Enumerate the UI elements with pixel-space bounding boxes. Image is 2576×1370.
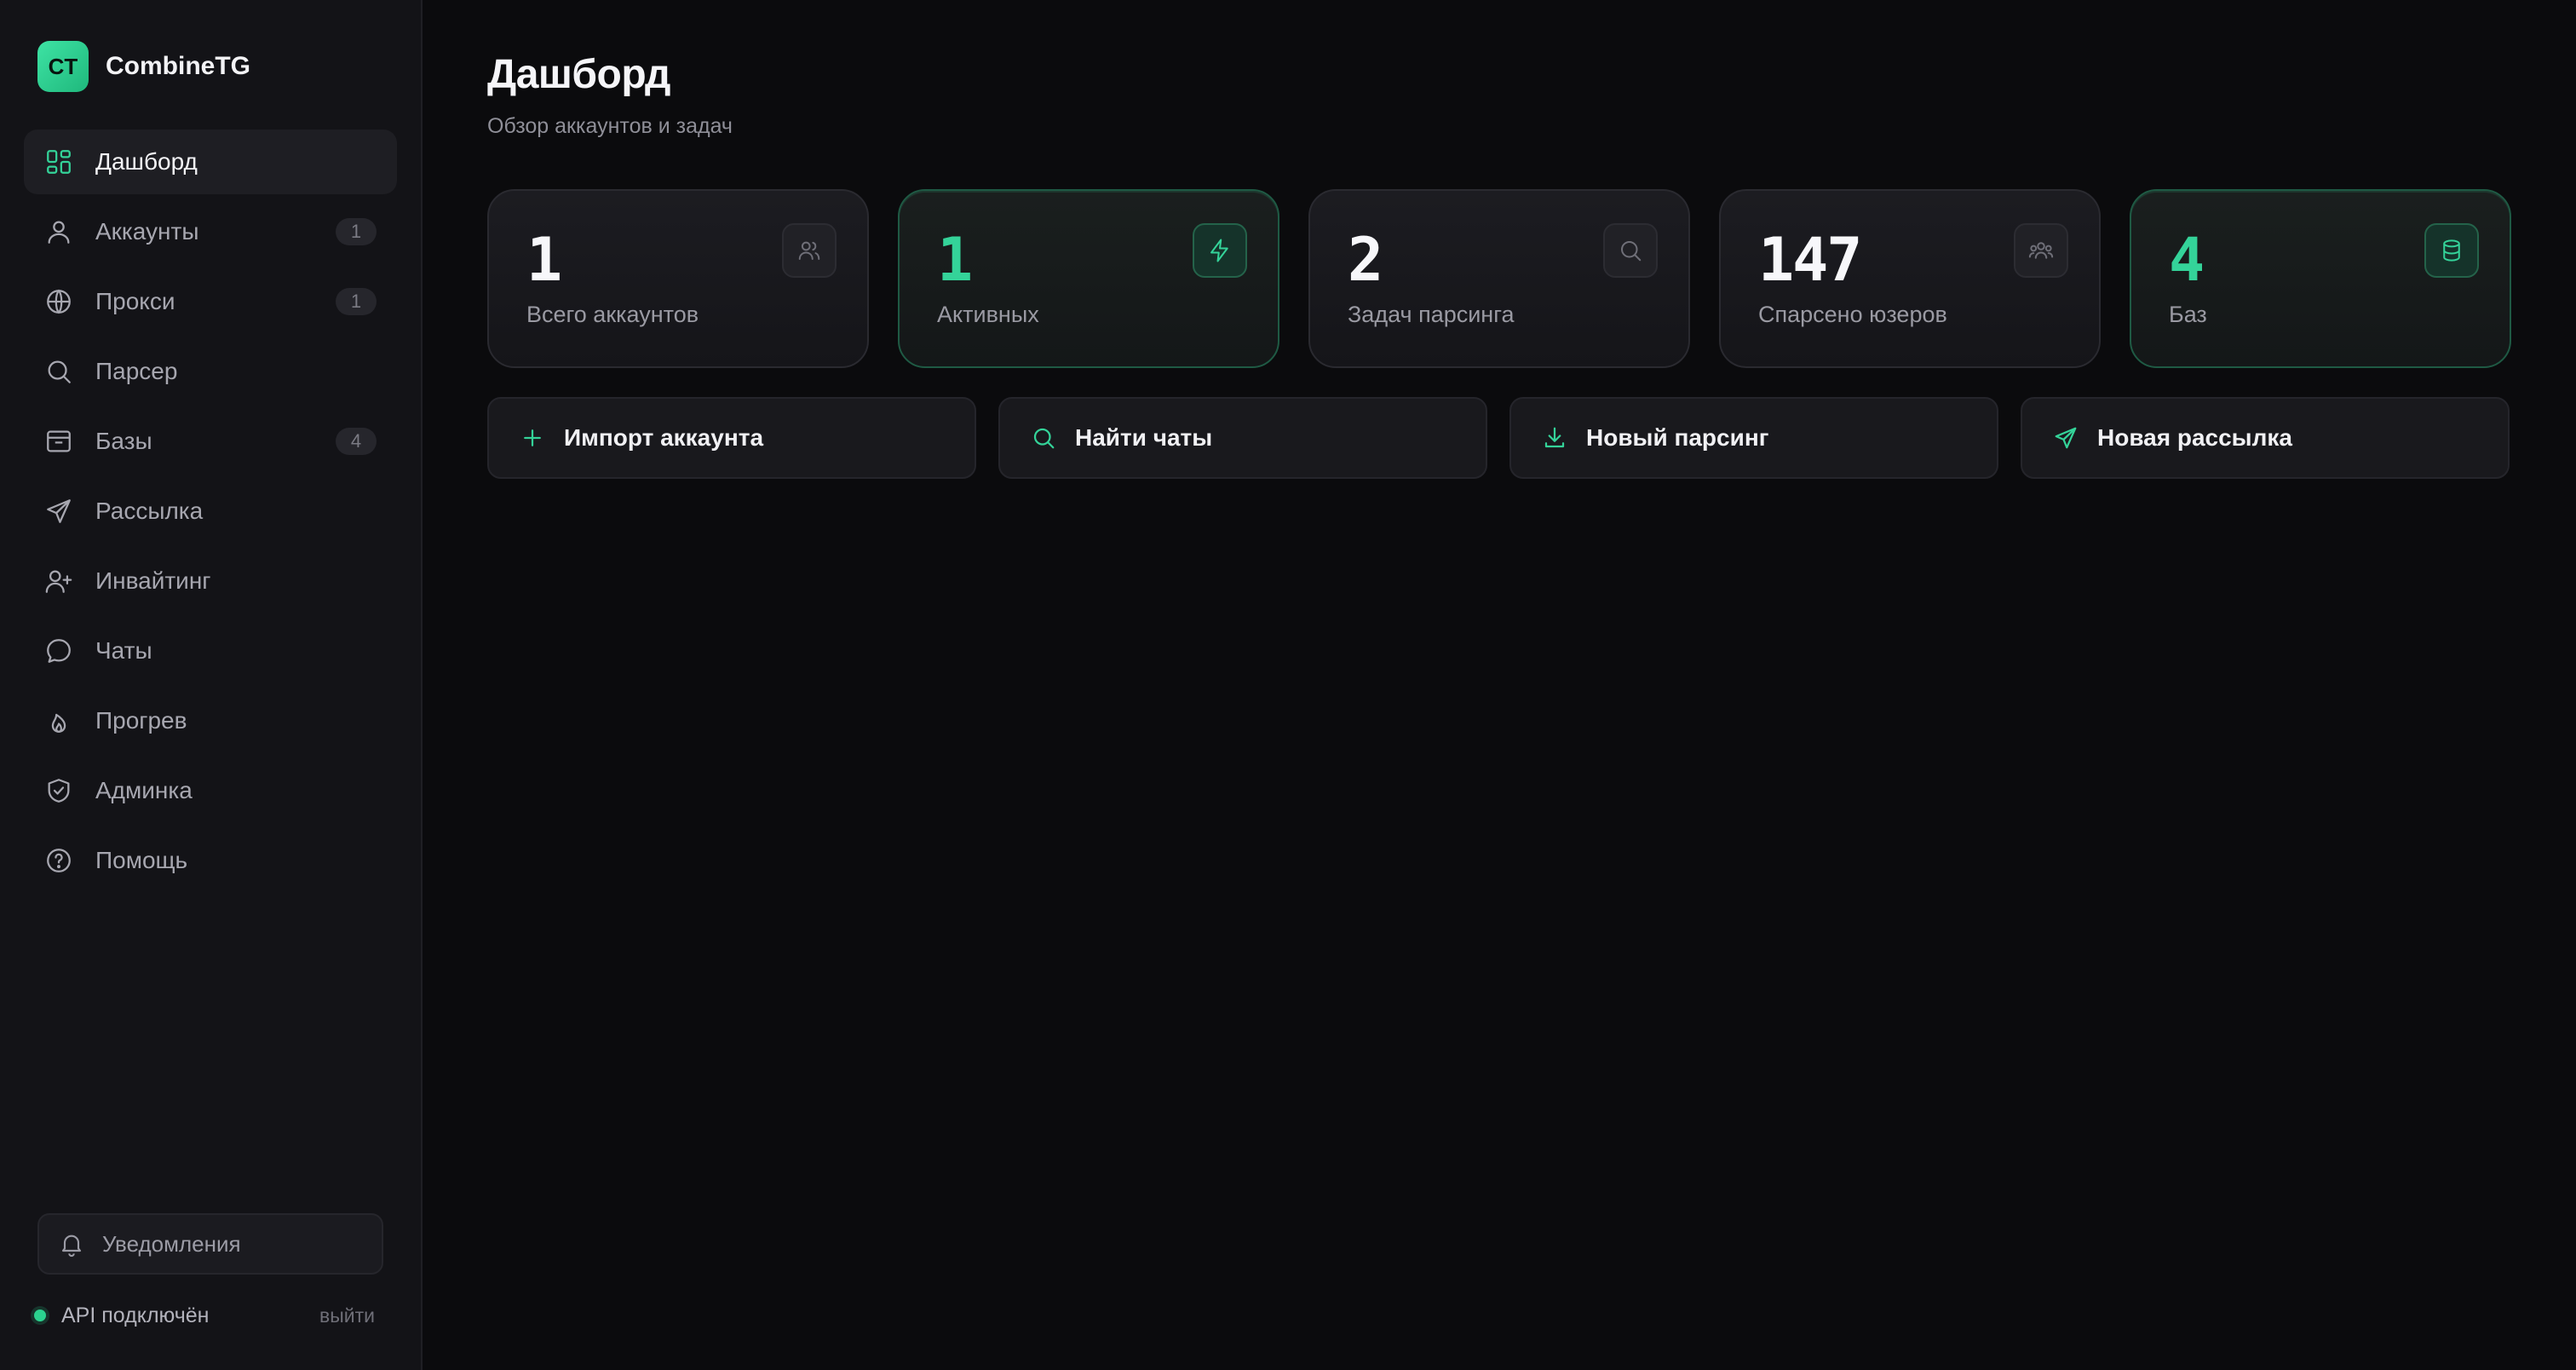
stat-label: Спарсено юзеров: [1758, 302, 1947, 327]
stat-value: 147: [1758, 225, 1862, 295]
stat-card-active: 1 Активных: [898, 189, 1279, 368]
app-window: CT CombineTG Дашборд Аккаунты 1 Прокси 1…: [0, 0, 2576, 1370]
bell-icon: [61, 1235, 82, 1257]
api-status-text: API подключён: [61, 1303, 210, 1327]
count-badge: 4: [336, 428, 377, 455]
page-subtitle: Обзор аккаунтов и задач: [487, 114, 733, 138]
sidebar-nav: Дашборд Аккаунты 1 Прокси 1 Парсер Базы …: [24, 130, 397, 898]
logout-link[interactable]: выйти: [319, 1304, 375, 1327]
stats-row: 1 Всего аккаунтов 1 Активных 2 Задач пар…: [487, 189, 2511, 368]
help-icon: [44, 846, 73, 875]
action-label: Новая рассылка: [2097, 424, 2292, 451]
flame-icon: [44, 706, 73, 735]
api-status: API подключён выйти: [34, 1298, 375, 1333]
search-icon: [44, 357, 73, 386]
search-icon: [1033, 428, 1055, 449]
new-parsing-button[interactable]: Новый парсинг: [1509, 397, 1998, 479]
new-mailing-button[interactable]: Новая рассылка: [2021, 397, 2510, 479]
count-badge: 1: [336, 288, 377, 315]
stat-label: Всего аккаунтов: [526, 302, 699, 327]
search-icon: [1603, 223, 1658, 278]
sidebar-item-proxy[interactable]: Прокси 1: [24, 269, 397, 334]
notifications-label: Уведомления: [102, 1230, 241, 1257]
stat-value: 4: [2169, 225, 2205, 295]
action-label: Импорт аккаунта: [564, 424, 764, 451]
database-icon: [2424, 223, 2479, 278]
sidebar-item-warmup[interactable]: Прогрев: [24, 688, 397, 753]
import-account-button[interactable]: Импорт аккаунта: [487, 397, 976, 479]
lightning-icon: [1193, 223, 1247, 278]
stat-value: 1: [937, 225, 973, 295]
sidebar-item-label: Прогрев: [95, 707, 187, 734]
stat-card-total-accounts: 1 Всего аккаунтов: [487, 189, 869, 368]
send-icon: [44, 497, 73, 526]
action-label: Новый парсинг: [1586, 424, 1769, 451]
stat-label: Активных: [937, 302, 1039, 327]
sidebar-item-label: Дашборд: [95, 148, 198, 175]
find-chats-button[interactable]: Найти чаты: [998, 397, 1487, 479]
sidebar-item-databases[interactable]: Базы 4: [24, 409, 397, 474]
download-icon: [1544, 427, 1565, 448]
sidebar-item-chats[interactable]: Чаты: [24, 619, 397, 683]
sidebar-item-admin[interactable]: Админка: [24, 758, 397, 823]
sidebar-item-label: Админка: [95, 777, 193, 803]
sidebar-item-label: Рассылка: [95, 498, 204, 524]
action-label: Найти чаты: [1075, 424, 1213, 451]
sidebar-item-label: Базы: [95, 428, 152, 454]
count-badge: 1: [336, 218, 377, 245]
notifications-button[interactable]: Уведомления: [37, 1213, 383, 1275]
status-indicator: [34, 1310, 46, 1321]
sidebar-item-parser[interactable]: Парсер: [24, 339, 397, 404]
sidebar-item-mailing[interactable]: Рассылка: [24, 479, 397, 544]
stat-card-databases: 4 Баз: [2130, 189, 2511, 368]
chat-icon: [44, 636, 73, 665]
stat-card-parsing-tasks: 2 Задач парсинга: [1308, 189, 1690, 368]
app-logo: CT: [37, 41, 89, 92]
shield-icon: [44, 776, 73, 805]
archive-icon: [44, 427, 73, 456]
users-group-icon: [2014, 223, 2068, 278]
plus-icon: [524, 429, 541, 446]
brand[interactable]: CT CombineTG: [37, 41, 250, 92]
sidebar-item-label: Парсер: [95, 358, 178, 384]
user-plus-icon: [44, 567, 73, 596]
dashboard-icon: [44, 147, 73, 176]
stat-value: 2: [1348, 225, 1383, 295]
stat-label: Баз: [2169, 302, 2207, 327]
user-icon: [44, 217, 73, 246]
sidebar-item-dashboard[interactable]: Дашборд: [24, 130, 397, 194]
page-title: Дашборд: [487, 52, 670, 97]
stat-label: Задач парсинга: [1348, 302, 1515, 327]
globe-icon: [44, 287, 73, 316]
send-icon: [2055, 427, 2077, 449]
sidebar-item-label: Инвайтинг: [95, 567, 211, 594]
stat-value: 1: [526, 225, 562, 295]
sidebar-item-accounts[interactable]: Аккаунты 1: [24, 199, 397, 264]
sidebar-item-label: Помощь: [95, 847, 188, 873]
sidebar: CT CombineTG Дашборд Аккаунты 1 Прокси 1…: [0, 0, 423, 1370]
users-icon: [782, 223, 837, 278]
app-name: CombineTG: [106, 52, 250, 80]
quick-actions: Импорт аккаунта Найти чаты Новый парсинг…: [487, 397, 2511, 479]
sidebar-item-help[interactable]: Помощь: [24, 828, 397, 893]
sidebar-item-inviting[interactable]: Инвайтинг: [24, 549, 397, 613]
sidebar-item-label: Прокси: [95, 288, 175, 314]
stat-card-parsed-users: 147 Спарсено юзеров: [1719, 189, 2101, 368]
sidebar-item-label: Чаты: [95, 637, 152, 664]
sidebar-item-label: Аккаунты: [95, 218, 199, 245]
